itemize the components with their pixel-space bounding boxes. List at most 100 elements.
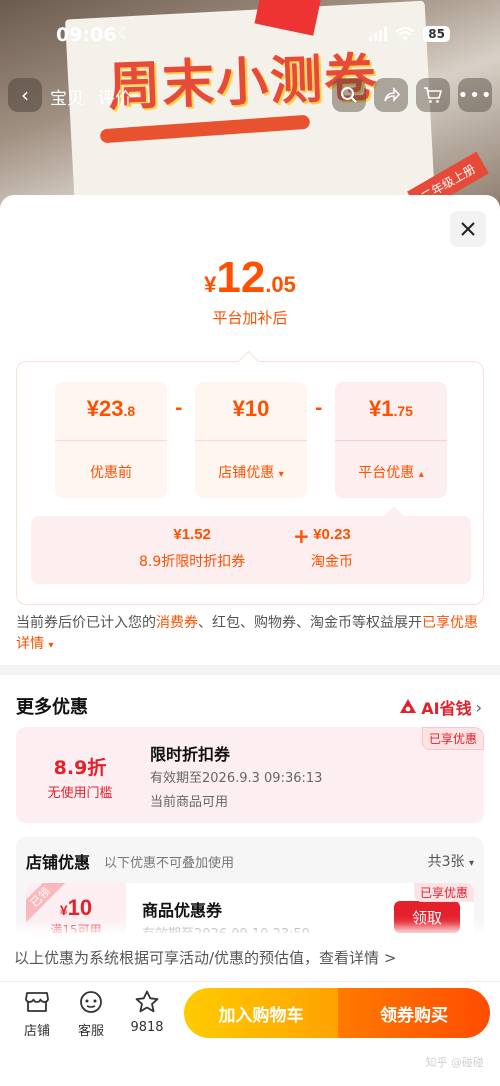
- service-tool[interactable]: 客服: [66, 990, 116, 1039]
- shop-coupon-currency: ¥: [59, 902, 68, 918]
- plus-sign: +: [293, 524, 310, 548]
- original-price-card: ¥23.8 优惠前: [55, 382, 167, 498]
- share-button[interactable]: [374, 78, 408, 112]
- price-detail-sheet: ¥12.05 平台加补后 ¥23.8 优惠前 - ¥10 店铺优惠 ▾ - ¥1…: [0, 195, 500, 1086]
- star-icon: [135, 990, 159, 1013]
- nav-tabs: 宝贝 评价: [50, 84, 132, 109]
- platform-discount-detail: ¥1.52 8.9折限时折扣券 + ¥0.23 淘金币: [31, 516, 471, 584]
- coupon-condition: 无使用门槛: [47, 786, 113, 801]
- detail-coins-label: 淘金币: [311, 554, 353, 570]
- ai-logo-icon: [400, 699, 417, 713]
- search-icon: [341, 87, 357, 103]
- original-price-label: 优惠前: [90, 465, 132, 481]
- shop-coupon-amount: 10: [67, 895, 93, 920]
- shop-tool-label: 店铺: [23, 1024, 50, 1039]
- detail-coupon-value: ¥1.52: [173, 526, 211, 543]
- service-tool-label: 客服: [77, 1024, 104, 1039]
- price-currency: ¥: [204, 272, 217, 297]
- more-discounts-title: 更多优惠: [16, 697, 88, 718]
- more-dots-icon: •••: [457, 84, 493, 106]
- platform-discount-label-text: 平台优惠: [358, 465, 415, 481]
- status-badge: 已享优惠: [413, 883, 474, 902]
- original-price-int: ¥23: [86, 396, 124, 421]
- minus-sign: -: [175, 398, 183, 419]
- chevron-down-icon: ▾: [48, 640, 54, 651]
- platform-discount-int: ¥1: [369, 396, 394, 421]
- status-time: 09:06: [56, 24, 117, 46]
- shop-discount-label-text: 店铺优惠: [218, 465, 275, 481]
- claim-button[interactable]: 领取: [394, 901, 460, 933]
- coupon-title: 限时折扣券: [150, 745, 231, 764]
- ai-save-link[interactable]: AI省钱 ›: [399, 695, 482, 719]
- search-button[interactable]: [332, 78, 366, 112]
- cart-icon: [424, 87, 443, 103]
- note-text: 当前券后价已计入您的: [16, 615, 156, 631]
- estimate-note[interactable]: 以上优惠为系统根据可享活动/优惠的预估值，查看详情 >: [0, 933, 500, 981]
- price-breakdown: ¥23.8 优惠前 - ¥10 店铺优惠 ▾ - ¥1.75 平台优惠 ▴ ¥1…: [16, 361, 484, 605]
- wifi-icon: [395, 26, 415, 41]
- close-button[interactable]: [450, 211, 486, 247]
- detail-coupon: ¥1.52 8.9折限时折扣券: [139, 526, 245, 571]
- status-bar: 09:06 ☾ 85: [0, 22, 500, 52]
- card-divider: [55, 440, 167, 441]
- share-icon: [384, 86, 400, 103]
- moon-icon: ☾: [118, 24, 133, 43]
- shop-discount-label: 店铺优惠 ▾: [195, 462, 307, 482]
- final-price-label: 平台加补后: [212, 309, 288, 327]
- detail-coupon-label: 8.9折限时折扣券: [139, 554, 246, 570]
- nav-icons: •••: [332, 78, 492, 112]
- more-button[interactable]: •••: [458, 78, 492, 112]
- minus-sign: -: [315, 398, 323, 419]
- battery-indicator: 85: [423, 26, 450, 42]
- shop-coupon-title: 商品优惠券: [142, 901, 223, 920]
- coupon-value-section: 8.9折 无使用门槛: [16, 727, 144, 823]
- claim-and-buy-button[interactable]: 领券购买: [338, 988, 490, 1038]
- platform-discount-dec: .75: [393, 403, 413, 419]
- original-price-dec: .8: [123, 403, 136, 419]
- favorite-count: 9818: [130, 1020, 164, 1035]
- shop-discount-value: ¥10: [195, 396, 307, 422]
- note-text-2: 、红包、购物券、淘金币等权益展开: [198, 615, 422, 631]
- original-price-value: ¥23.8: [55, 396, 167, 422]
- signal-icon: [369, 27, 388, 41]
- back-button[interactable]: ‹: [8, 78, 42, 112]
- coupon-validity: 有效期至2026.9.3 09:36:13: [150, 771, 323, 786]
- consumer-coupon-link[interactable]: 消费券: [156, 615, 198, 631]
- detail-coins: ¥0.23 淘金币: [311, 526, 353, 571]
- status-icons: 85: [369, 26, 450, 42]
- shop-discount-int: ¥10: [232, 396, 270, 421]
- coupon-scope: 当前商品可用: [150, 795, 229, 810]
- customer-service-icon: [80, 991, 102, 1013]
- chevron-up-icon: ▴: [418, 469, 424, 480]
- platform-discount-value: ¥1.75: [335, 396, 447, 422]
- top-nav: ‹ 宝贝 评价 •••: [0, 78, 500, 114]
- favorite-tool[interactable]: 9818: [122, 990, 172, 1035]
- bottom-action-bar: 店铺 客服 9818 加入购物车 领券购买 知乎 @碰碰: [0, 981, 500, 1086]
- tab-item[interactable]: 宝贝: [50, 84, 84, 109]
- detail-coins-value: ¥0.23: [313, 526, 351, 543]
- store-icon: [25, 992, 49, 1012]
- add-to-cart-button[interactable]: 加入购物车: [184, 988, 338, 1038]
- coupon-count-toggle[interactable]: 共3张 ▾: [428, 851, 474, 871]
- platform-discount-label: 平台优惠 ▴: [335, 462, 447, 482]
- price-decimal: .05: [265, 272, 296, 297]
- shop-section-title: 店铺优惠: [26, 853, 91, 872]
- shop-tool[interactable]: 店铺: [12, 990, 62, 1039]
- card-divider: [195, 440, 307, 441]
- platform-discount-card[interactable]: ¥1.75 平台优惠 ▴: [335, 382, 447, 498]
- coupon-count-text: 共3张: [427, 854, 465, 870]
- ai-save-text: AI省钱: [421, 699, 472, 718]
- shop-discount-card[interactable]: ¥10 店铺优惠 ▾: [195, 382, 307, 498]
- shop-discount-section: 店铺优惠 以下优惠不可叠加使用 共3张 ▾ 已领 ¥10 满15可用 商品优惠券…: [16, 837, 484, 947]
- discount-note: 当前券后价已计入您的消费券、红包、购物券、淘金币等权益展开已享优惠详情 ▾: [16, 613, 486, 656]
- cart-button[interactable]: [416, 78, 450, 112]
- card-divider: [335, 440, 447, 441]
- discount-coupon-card: 8.9折 无使用门槛 限时折扣券 有效期至2026.9.3 09:36:13 当…: [16, 727, 484, 823]
- chevron-right-icon: ›: [475, 697, 482, 717]
- shop-section-note: 以下优惠不可叠加使用: [104, 856, 235, 871]
- final-price: ¥12.05: [0, 253, 500, 303]
- chevron-down-icon: ▾: [278, 469, 284, 480]
- section-divider: [0, 665, 500, 675]
- tab-review[interactable]: 评价: [98, 84, 132, 109]
- chevron-left-icon: ‹: [21, 83, 29, 107]
